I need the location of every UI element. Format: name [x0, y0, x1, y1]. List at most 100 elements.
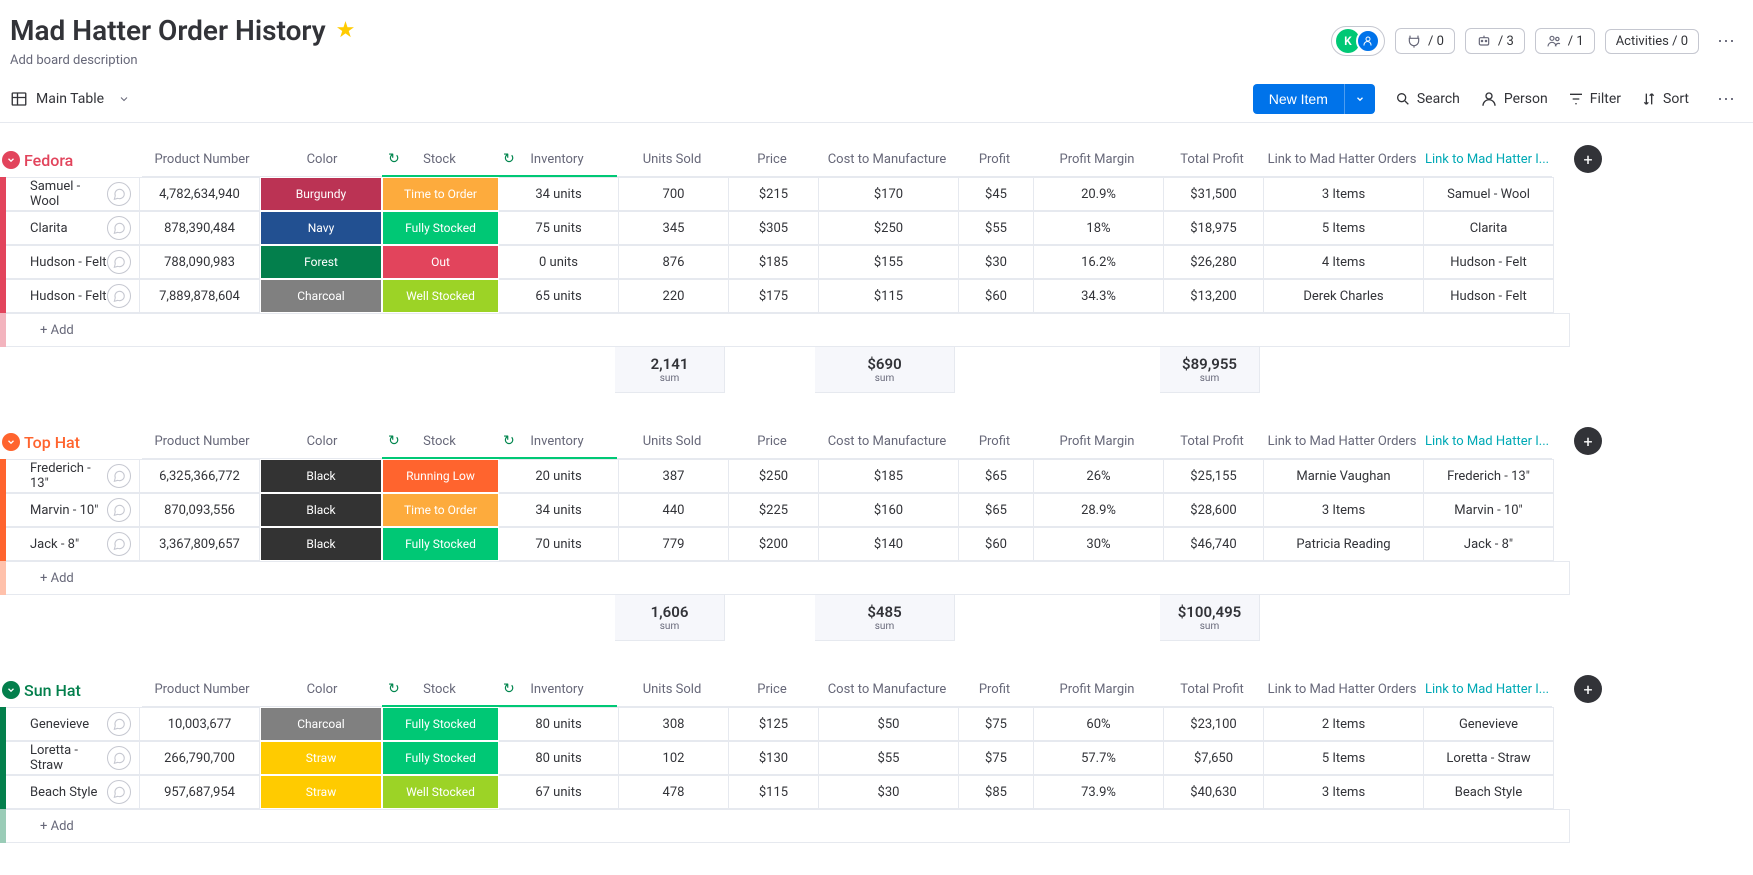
column-header-color[interactable]: Color [262, 143, 382, 177]
total-profit-cell[interactable]: $7,650 [1164, 741, 1264, 775]
column-header-total_profit[interactable]: Total Profit [1162, 673, 1262, 707]
filter-button[interactable]: Filter [1568, 91, 1621, 107]
cost-cell[interactable]: $55 [819, 741, 959, 775]
price-cell[interactable]: $125 [729, 707, 819, 741]
inventory-cell[interactable]: 65 units [499, 279, 619, 313]
column-header-product_number[interactable]: Product Number [142, 425, 262, 459]
add-item-row[interactable]: + Add [0, 561, 1570, 595]
product-number-cell[interactable]: 878,390,484 [140, 211, 260, 245]
inventory-cell[interactable]: 75 units [499, 211, 619, 245]
item-name-cell[interactable]: Marvin - 10" [6, 493, 140, 527]
margin-cell[interactable]: 73.9% [1034, 775, 1164, 809]
column-header-stock[interactable]: ↻Stock [382, 425, 497, 459]
column-header-total_profit[interactable]: Total Profit [1162, 143, 1262, 177]
price-cell[interactable]: $215 [729, 177, 819, 211]
cost-cell[interactable]: $30 [819, 775, 959, 809]
more-menu-icon[interactable]: ⋯ [1709, 31, 1743, 52]
people-stat[interactable]: / 1 [1535, 28, 1595, 54]
add-column-button[interactable]: + [1574, 427, 1602, 455]
column-header-profit[interactable]: Profit [957, 143, 1032, 177]
stock-cell[interactable]: Time to Order [383, 178, 498, 210]
chat-icon[interactable] [107, 746, 131, 770]
column-header-inventory[interactable]: ↻Inventory [497, 425, 617, 459]
color-cell[interactable]: Black [261, 528, 381, 560]
column-header-stock[interactable]: ↻Stock [382, 673, 497, 707]
new-item-button[interactable]: New Item [1253, 84, 1344, 114]
product-number-cell[interactable]: 788,090,983 [140, 245, 260, 279]
column-header-cost[interactable]: Cost to Manufacture [817, 143, 957, 177]
color-cell[interactable]: Forest [261, 246, 381, 278]
add-column-button[interactable]: + [1574, 145, 1602, 173]
link-inventory-cell[interactable]: Genevieve [1424, 707, 1554, 741]
item-name-cell[interactable]: Jack - 8" [6, 527, 140, 561]
star-icon[interactable]: ★ [336, 18, 356, 43]
cost-cell[interactable]: $115 [819, 279, 959, 313]
inventory-cell[interactable]: 34 units [499, 177, 619, 211]
margin-cell[interactable]: 57.7% [1034, 741, 1164, 775]
column-header-margin[interactable]: Profit Margin [1032, 425, 1162, 459]
profit-cell[interactable]: $75 [959, 741, 1034, 775]
column-header-link1[interactable]: Link to Mad Hatter Orders [1262, 425, 1422, 459]
chat-icon[interactable] [107, 712, 131, 736]
board-title[interactable]: Mad Hatter Order History [10, 14, 326, 47]
column-header-price[interactable]: Price [727, 143, 817, 177]
link-orders-cell[interactable]: Patricia Reading [1264, 527, 1424, 561]
margin-cell[interactable]: 30% [1034, 527, 1164, 561]
activities-button[interactable]: Activities / 0 [1605, 29, 1699, 54]
link-orders-cell[interactable]: 2 Items [1264, 707, 1424, 741]
link-orders-cell[interactable]: 3 Items [1264, 177, 1424, 211]
link-inventory-cell[interactable]: Jack - 8" [1424, 527, 1554, 561]
chat-icon[interactable] [107, 216, 131, 240]
stock-cell[interactable]: Fully Stocked [383, 742, 498, 774]
units-sold-cell[interactable]: 308 [619, 707, 729, 741]
margin-cell[interactable]: 34.3% [1034, 279, 1164, 313]
product-number-cell[interactable]: 6,325,366,772 [140, 459, 260, 493]
chat-icon[interactable] [107, 182, 131, 206]
price-cell[interactable]: $175 [729, 279, 819, 313]
item-name-cell[interactable]: Loretta - Straw [6, 741, 140, 775]
inventory-cell[interactable]: 0 units [499, 245, 619, 279]
column-header-color[interactable]: Color [262, 425, 382, 459]
color-cell[interactable]: Black [261, 460, 381, 492]
column-header-color[interactable]: Color [262, 673, 382, 707]
profit-cell[interactable]: $60 [959, 279, 1034, 313]
chat-icon[interactable] [107, 284, 131, 308]
column-header-stock[interactable]: ↻Stock [382, 143, 497, 177]
column-header-profit[interactable]: Profit [957, 673, 1032, 707]
inventory-cell[interactable]: 70 units [499, 527, 619, 561]
color-cell[interactable]: Straw [261, 776, 381, 808]
profit-cell[interactable]: $65 [959, 493, 1034, 527]
total-profit-cell[interactable]: $25,155 [1164, 459, 1264, 493]
link-inventory-cell[interactable]: Beach Style [1424, 775, 1554, 809]
units-sold-cell[interactable]: 220 [619, 279, 729, 313]
cost-cell[interactable]: $140 [819, 527, 959, 561]
column-header-inventory[interactable]: ↻Inventory [497, 143, 617, 177]
cost-cell[interactable]: $185 [819, 459, 959, 493]
collapse-icon[interactable] [2, 151, 20, 169]
link-orders-cell[interactable]: Marnie Vaughan [1264, 459, 1424, 493]
link-inventory-cell[interactable]: Frederich - 13" [1424, 459, 1554, 493]
color-cell[interactable]: Charcoal [261, 708, 381, 740]
profit-cell[interactable]: $65 [959, 459, 1034, 493]
inventory-cell[interactable]: 67 units [499, 775, 619, 809]
item-name-cell[interactable]: Clarita [6, 211, 140, 245]
price-cell[interactable]: $185 [729, 245, 819, 279]
total-profit-cell[interactable]: $13,200 [1164, 279, 1264, 313]
inventory-cell[interactable]: 80 units [499, 707, 619, 741]
product-number-cell[interactable]: 870,093,556 [140, 493, 260, 527]
group-name[interactable]: Top Hat [24, 433, 142, 452]
link-orders-cell[interactable]: 3 Items [1264, 775, 1424, 809]
link-inventory-cell[interactable]: Hudson - Felt [1424, 279, 1554, 313]
column-header-profit[interactable]: Profit [957, 425, 1032, 459]
collapse-icon[interactable] [2, 681, 20, 699]
item-name-cell[interactable]: Beach Style [6, 775, 140, 809]
view-selector[interactable]: Main Table [10, 90, 130, 108]
column-header-margin[interactable]: Profit Margin [1032, 143, 1162, 177]
units-sold-cell[interactable]: 779 [619, 527, 729, 561]
person-filter-button[interactable]: Person [1480, 90, 1548, 108]
units-sold-cell[interactable]: 345 [619, 211, 729, 245]
stock-cell[interactable]: Fully Stocked [383, 528, 498, 560]
product-number-cell[interactable]: 4,782,634,940 [140, 177, 260, 211]
color-cell[interactable]: Charcoal [261, 280, 381, 312]
total-profit-cell[interactable]: $46,740 [1164, 527, 1264, 561]
